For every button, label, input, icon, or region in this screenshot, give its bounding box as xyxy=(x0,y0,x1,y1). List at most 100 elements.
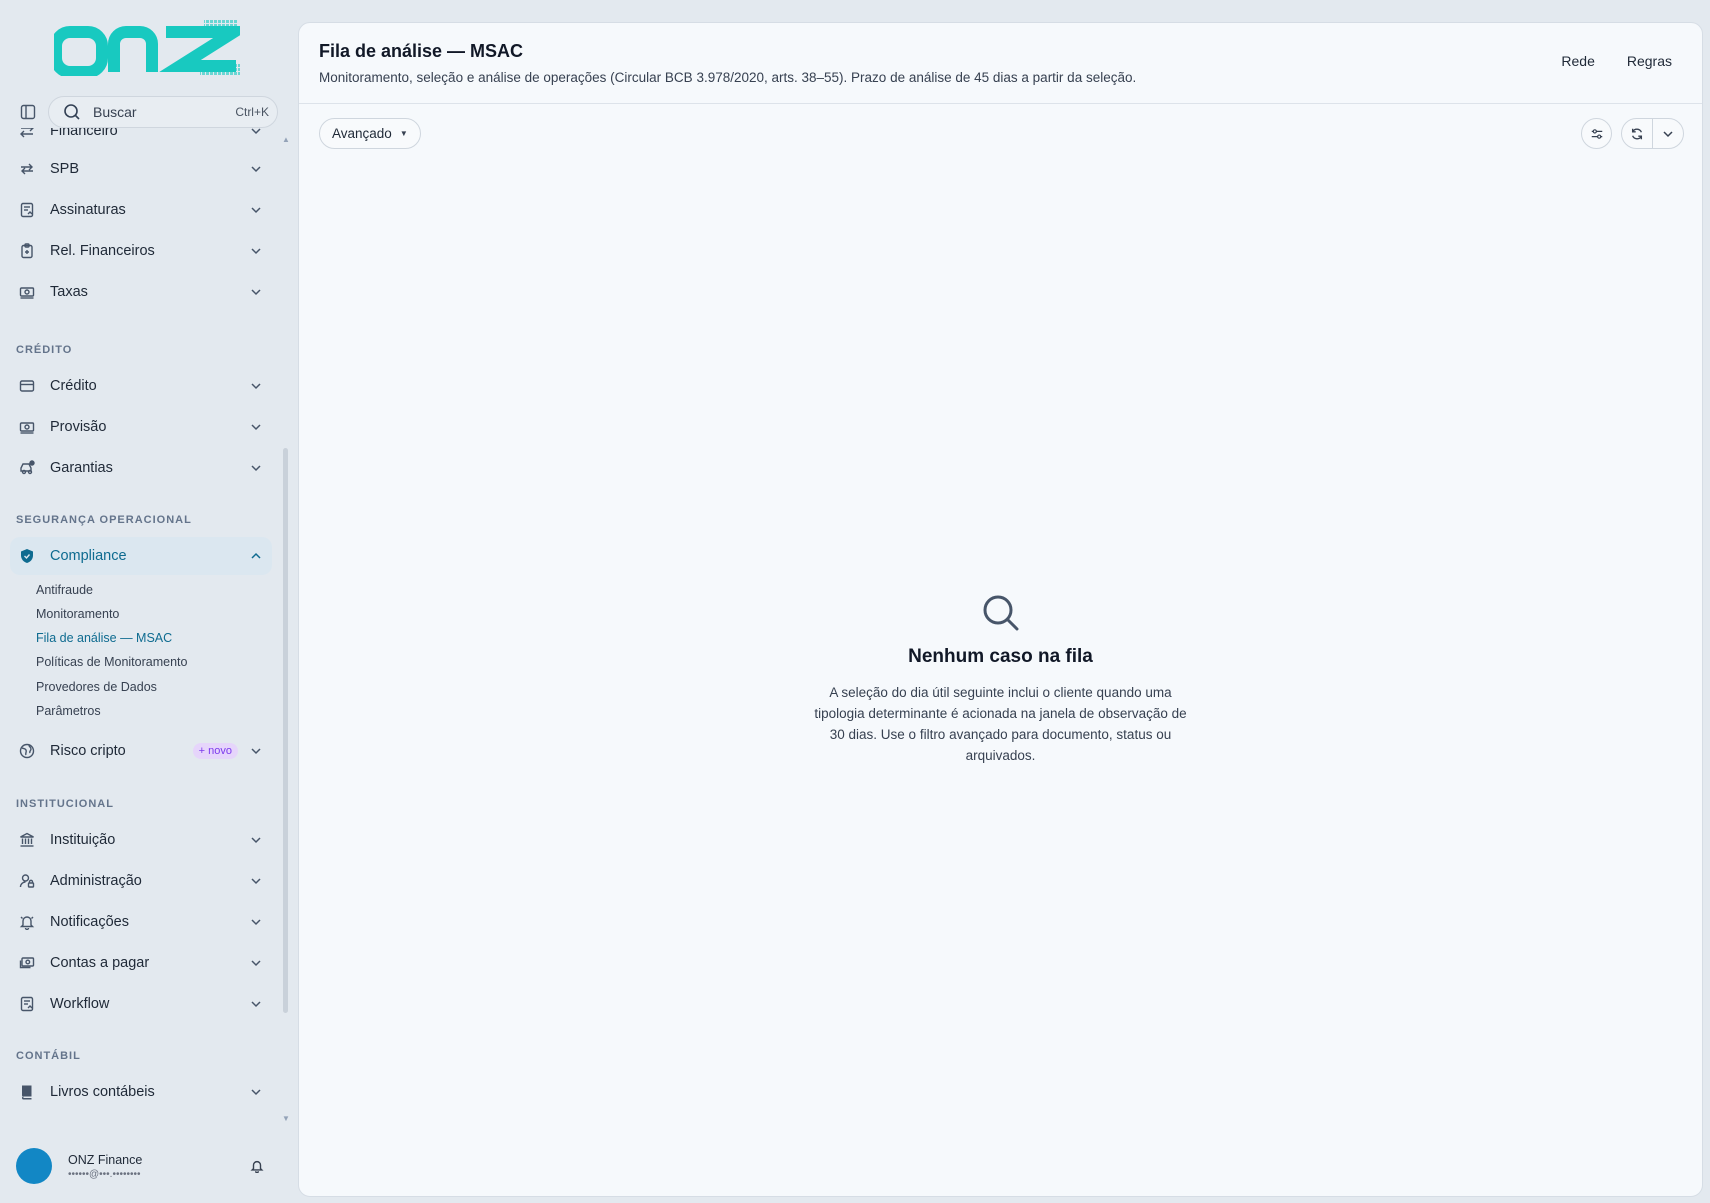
car-icon xyxy=(18,459,36,477)
sidebar-toggle-icon[interactable] xyxy=(16,100,40,124)
sidebar-item-notificacoes[interactable]: Notificações xyxy=(10,903,272,941)
sidebar-item-label: Provisão xyxy=(50,419,107,435)
empty-state-text: A seleção do dia útil seguinte inclui o … xyxy=(814,685,1187,763)
section-title-contabil: CONTÁBIL xyxy=(16,1050,81,1062)
chevron-down-icon xyxy=(248,243,264,259)
money-icon xyxy=(18,283,36,301)
sidebar-item-label: Risco cripto xyxy=(50,743,126,759)
search-placeholder: Buscar xyxy=(93,104,137,120)
bell-icon[interactable] xyxy=(248,1157,266,1175)
sliders-icon xyxy=(1590,127,1604,141)
page-header: Fila de análise — MSAC Monitoramento, se… xyxy=(319,41,1136,85)
search-icon xyxy=(981,593,1021,633)
sidebar-item-garantias[interactable]: Garantias xyxy=(10,449,272,487)
sidebar-item-provisao[interactable]: Provisão xyxy=(10,408,272,446)
sub-item-monitoramento[interactable]: Monitoramento xyxy=(36,607,119,621)
cash-icon xyxy=(18,954,36,972)
rede-link[interactable]: Rede xyxy=(1561,53,1594,69)
user-lock-icon xyxy=(18,872,36,890)
advanced-filter-button[interactable]: Avançado ▼ xyxy=(319,118,421,149)
bank-icon xyxy=(18,831,36,849)
globe-icon xyxy=(18,742,36,760)
chevron-down-icon xyxy=(248,955,264,971)
sidebar-item-label: Taxas xyxy=(50,284,88,300)
section-title-seguranca-operacional: SEGURANÇA OPERACIONAL xyxy=(16,514,192,526)
page-title: Fila de análise — MSAC xyxy=(319,41,524,61)
sidebar-item-label: Administração xyxy=(50,873,142,889)
sidebar-item-contas-a-pagar[interactable]: Contas a pagar xyxy=(10,944,272,982)
money-icon xyxy=(18,418,36,436)
new-badge: + novo xyxy=(192,743,238,759)
sidebar-item-spb[interactable]: SPB xyxy=(10,150,272,188)
onz-logo[interactable] xyxy=(54,20,240,76)
sidebar-item-label: Garantias xyxy=(50,460,113,476)
sidebar-item-label: Rel. Financeiros xyxy=(50,243,155,259)
main-panel: Fila de análise — MSAC Monitoramento, se… xyxy=(298,22,1703,1197)
sidebar-item-taxas[interactable]: Taxas xyxy=(10,273,272,311)
refresh-icon xyxy=(1630,127,1644,141)
chevron-down-icon xyxy=(248,460,264,476)
sidebar-item-rel-financeiros[interactable]: Rel. Financeiros xyxy=(10,232,272,270)
chevron-down-icon xyxy=(248,419,264,435)
filter-settings-button[interactable] xyxy=(1581,118,1612,149)
sub-item-antifraude[interactable]: Antifraude xyxy=(36,583,93,597)
sidebar-item-workflow[interactable]: Workflow xyxy=(10,985,272,1023)
chevron-down-icon xyxy=(248,378,264,394)
sidebar-item-label: SPB xyxy=(50,161,80,177)
refresh-button[interactable] xyxy=(1622,119,1652,148)
sidebar-item-livros-contabeis[interactable]: Livros contábeis xyxy=(10,1073,272,1111)
credit-card-icon xyxy=(18,377,36,395)
empty-state-title: Nenhum caso na fila xyxy=(908,646,1093,667)
section-title-institucional: INSTITUCIONAL xyxy=(16,798,114,810)
refresh-options-button[interactable] xyxy=(1653,119,1683,148)
sidebar-item-label: Contas a pagar xyxy=(50,955,150,971)
empty-state: Nenhum caso na fila A seleção do dia úti… xyxy=(299,593,1702,766)
chevron-down-icon xyxy=(1662,128,1674,140)
sidebar-item-assinaturas[interactable]: Assinaturas xyxy=(10,191,272,229)
search-input[interactable]: Buscar Ctrl+K xyxy=(48,96,278,128)
sidebar-item-label: Crédito xyxy=(50,378,97,394)
refresh-split-button xyxy=(1621,118,1684,149)
sidebar-item-risco-cripto[interactable]: Risco cripto + novo xyxy=(10,732,272,770)
clipboard-icon xyxy=(18,242,36,260)
chevron-down-icon xyxy=(248,743,264,759)
page-subtitle: Monitoramento, seleção e análise de oper… xyxy=(319,70,1137,85)
sidebar-nav[interactable]: Financeiro SPB Assinaturas Rel. Financei… xyxy=(0,128,282,1128)
caret-down-icon: ▼ xyxy=(399,129,408,138)
sub-item-fila-de-analise[interactable]: Fila de análise — MSAC xyxy=(36,631,172,645)
chevron-down-icon xyxy=(248,832,264,848)
user-email: ••••••@•••.•••••••• xyxy=(68,1168,141,1180)
sidebar-item-credito[interactable]: Crédito xyxy=(10,367,272,405)
section-title-credito: CRÉDITO xyxy=(16,344,73,356)
sidebar-item-label: Livros contábeis xyxy=(50,1084,155,1100)
shield-icon xyxy=(18,547,36,565)
search-shortcut: Ctrl+K xyxy=(235,105,269,119)
sidebar-item-label: Financeiro xyxy=(50,128,118,139)
scroll-down-arrow-icon[interactable]: ▼ xyxy=(282,1114,290,1123)
scroll-up-arrow-icon[interactable]: ▲ xyxy=(282,135,290,144)
sidebar-scrollbar[interactable] xyxy=(283,448,288,1013)
avatar[interactable] xyxy=(16,1148,52,1184)
header-links: Rede Regras xyxy=(1561,53,1672,69)
sidebar-item-label: Notificações xyxy=(50,914,129,930)
advanced-filter-label: Avançado xyxy=(332,126,392,141)
sidebar-item-financeiro[interactable]: Financeiro xyxy=(10,128,272,150)
chevron-down-icon xyxy=(248,161,264,177)
chevron-down-icon xyxy=(248,996,264,1012)
user-profile[interactable]: ONZ Finance ••••••@•••.•••••••• xyxy=(16,1148,278,1184)
sidebar-item-label: Compliance xyxy=(50,548,127,564)
sidebar-item-instituicao[interactable]: Instituição xyxy=(10,821,272,859)
sub-item-parametros[interactable]: Parâmetros xyxy=(36,704,101,718)
document-sign-icon xyxy=(18,201,36,219)
sub-item-provedores-de-dados[interactable]: Provedores de Dados xyxy=(36,680,157,694)
money-transfer-icon xyxy=(18,128,36,140)
regras-link[interactable]: Regras xyxy=(1627,53,1672,69)
sidebar-item-administracao[interactable]: Administração xyxy=(10,862,272,900)
search-icon xyxy=(63,103,81,121)
chevron-down-icon xyxy=(248,284,264,300)
chevron-down-icon xyxy=(248,128,264,139)
book-icon xyxy=(18,1083,36,1101)
sub-item-politicas-de-monitoramento[interactable]: Políticas de Monitoramento xyxy=(36,655,187,669)
sidebar-item-label: Instituição xyxy=(50,832,116,848)
sidebar-item-compliance[interactable]: Compliance xyxy=(10,537,272,575)
